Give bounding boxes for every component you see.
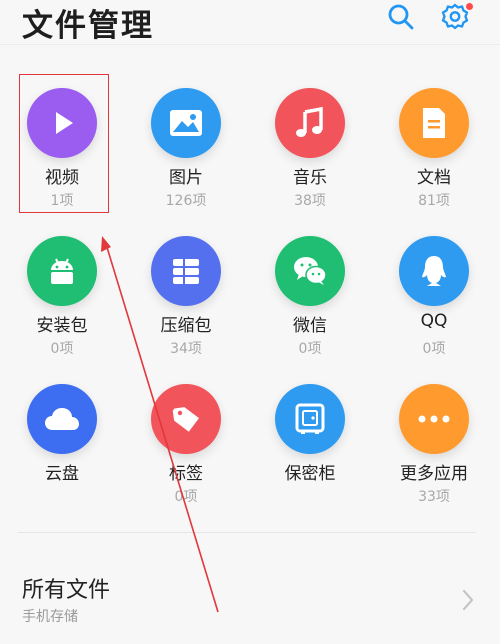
- category-documents[interactable]: 文档 81项: [372, 70, 496, 215]
- category-label: 安装包: [36, 316, 88, 336]
- category-archives[interactable]: 压缩包 34项: [124, 218, 248, 363]
- category-count: 38项: [294, 193, 326, 209]
- category-count: 34项: [170, 341, 202, 357]
- category-count: 33项: [418, 489, 450, 505]
- wechat-icon: [275, 236, 345, 306]
- safe-icon: [275, 384, 345, 454]
- category-count: 0项: [422, 341, 446, 357]
- header: 文件管理: [0, 0, 500, 48]
- all-files-row[interactable]: 所有文件 手机存储: [0, 560, 500, 640]
- cloud-icon: [27, 384, 97, 454]
- category-label: 文档: [417, 168, 451, 188]
- archive-icon: [151, 236, 221, 306]
- category-label: 音乐: [293, 168, 327, 188]
- all-files-title: 所有文件: [22, 578, 111, 603]
- category-vault[interactable]: 保密柜: [248, 366, 372, 511]
- section-divider: [18, 532, 476, 533]
- page-title: 文件管理: [22, 8, 154, 44]
- category-label: 视频: [45, 168, 79, 188]
- music-note-icon: [275, 88, 345, 158]
- header-divider: [0, 44, 500, 45]
- android-icon: [27, 236, 97, 306]
- category-images[interactable]: 图片 126项: [124, 70, 248, 215]
- category-label: 标签: [169, 464, 203, 484]
- category-apks[interactable]: 安装包 0项: [0, 218, 124, 363]
- more-dots-icon: [399, 384, 469, 454]
- tag-icon: [151, 384, 221, 454]
- category-tags[interactable]: 标签 0项: [124, 366, 248, 511]
- category-count: 126项: [165, 193, 207, 209]
- category-label: 微信: [293, 316, 327, 336]
- category-music[interactable]: 音乐 38项: [248, 70, 372, 215]
- all-files-subtitle: 手机存储: [22, 609, 78, 625]
- category-videos[interactable]: 视频 1项: [0, 70, 124, 215]
- play-icon: [27, 88, 97, 158]
- category-more-apps[interactable]: 更多应用 33项: [372, 366, 496, 511]
- category-wechat[interactable]: 微信 0项: [248, 218, 372, 363]
- chevron-right-icon: [462, 589, 474, 611]
- category-count: 0项: [298, 341, 322, 357]
- category-label: QQ: [420, 311, 448, 331]
- category-qq[interactable]: QQ 0项: [372, 218, 496, 363]
- category-count: 1项: [50, 193, 74, 209]
- category-label: 压缩包: [160, 316, 212, 336]
- category-count: 81项: [418, 193, 450, 209]
- search-icon[interactable]: [386, 2, 416, 32]
- category-label: 图片: [169, 168, 203, 188]
- category-label: 更多应用: [400, 464, 468, 484]
- category-cloud[interactable]: 云盘: [0, 366, 124, 511]
- category-count: 0项: [50, 341, 74, 357]
- category-count: 0项: [174, 489, 198, 505]
- image-icon: [151, 88, 221, 158]
- qq-penguin-icon: [399, 236, 469, 306]
- document-icon: [399, 88, 469, 158]
- notification-dot: [466, 3, 473, 10]
- category-label: 云盘: [45, 464, 79, 484]
- category-label: 保密柜: [284, 464, 336, 484]
